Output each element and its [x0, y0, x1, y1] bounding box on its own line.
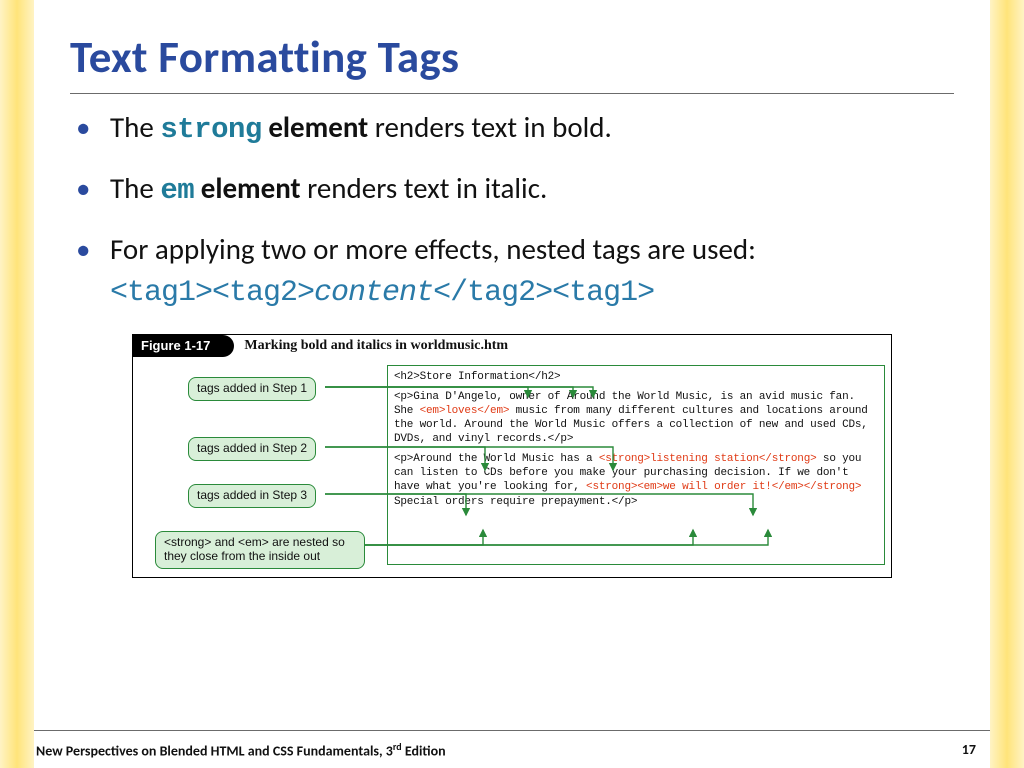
figure-tab: Figure 1-17 Marking bold and italics in …	[133, 335, 508, 357]
bullet-list: The strong element renders text in bold.…	[70, 108, 954, 314]
annot-step2: tags added in Step 2	[188, 437, 316, 461]
annot-step1: tags added in Step 1	[188, 377, 316, 401]
slide-title: Text Formatting Tags	[70, 30, 954, 93]
b2-post: renders text in italic.	[301, 170, 548, 206]
slide-body: Text Formatting Tags The strong element …	[34, 0, 990, 768]
code-panel: <h2>Store Information</h2> <p>Gina D'Ang…	[387, 365, 885, 565]
b3-t2: </tag2><tag1>	[433, 276, 654, 310]
b2-code: em	[160, 174, 194, 207]
figure-label: Figure 1-17	[133, 335, 220, 357]
b1-mid: element	[262, 109, 368, 145]
bullet-3: For applying two or more effects, nested…	[100, 230, 954, 314]
edge-gradient-left	[0, 0, 34, 768]
figure-box: Figure 1-17 Marking bold and italics in …	[132, 334, 892, 578]
b2-pre: The	[110, 170, 160, 206]
edge-gradient-right	[990, 0, 1024, 768]
figure-tab-curve	[220, 335, 234, 357]
footer: New Perspectives on Blended HTML and CSS…	[34, 730, 990, 768]
b3-text: For applying two or more effects, nested…	[110, 231, 756, 267]
annot-step3: tags added in Step 3	[188, 484, 316, 508]
b2-mid: element	[194, 170, 300, 206]
annot-nested: <strong> and <em> are nested so they clo…	[155, 531, 365, 569]
b3-content: content	[314, 276, 433, 310]
b1-pre: The	[110, 109, 160, 145]
footer-book: New Perspectives on Blended HTML and CSS…	[36, 740, 446, 760]
b1-code: strong	[160, 113, 261, 146]
bullet-2: The em element renders text in italic.	[100, 169, 954, 210]
code-para2: <p>Around the World Music has a <strong>…	[394, 452, 878, 508]
b3-codeline: <tag1><tag2>content</tag2><tag1>	[110, 273, 954, 314]
footer-page: 17	[962, 741, 976, 758]
b1-post: renders text in bold.	[368, 109, 612, 145]
b3-t1: <tag1><tag2>	[110, 276, 314, 310]
code-l1: <h2>Store Information</h2>	[394, 370, 878, 384]
title-rule	[70, 93, 954, 94]
code-para1: <p>Gina D'Angelo, owner of Around the Wo…	[394, 390, 878, 446]
bullet-1: The strong element renders text in bold.	[100, 108, 954, 149]
figure-caption: Marking bold and italics in worldmusic.h…	[234, 338, 508, 354]
